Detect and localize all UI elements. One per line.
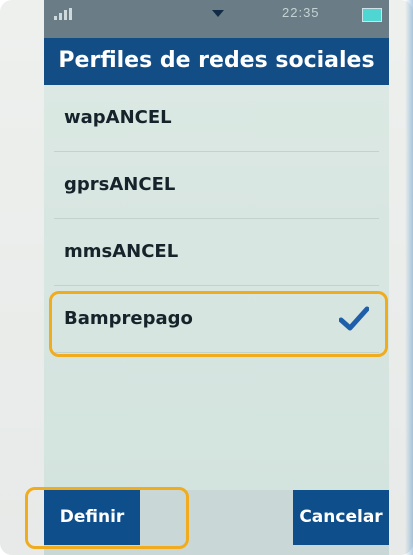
phone-screen: 22:35 Perfiles de redes sociales wapANCE… xyxy=(44,0,389,555)
profile-list: wapANCEL gprsANCEL mmsANCEL Bamprepago xyxy=(44,85,389,490)
list-item-label: gprsANCEL xyxy=(64,174,176,195)
signal-icon xyxy=(54,8,72,20)
checkmark-icon xyxy=(339,306,369,331)
list-item-mmsancel[interactable]: mmsANCEL xyxy=(54,219,379,286)
list-item-gprsancel[interactable]: gprsANCEL xyxy=(54,152,379,219)
list-item-label: wapANCEL xyxy=(64,107,172,128)
status-bar: 22:35 xyxy=(44,0,389,38)
cancel-button[interactable]: Cancelar xyxy=(293,490,389,545)
list-item-label: Bamprepago xyxy=(64,308,193,329)
softkey-bar: Definir Cancelar xyxy=(44,490,389,555)
list-item-label: mmsANCEL xyxy=(64,241,179,262)
dropdown-arrow-icon[interactable] xyxy=(212,10,224,17)
shadow-edge xyxy=(405,0,413,555)
status-time: 22:35 xyxy=(282,5,320,20)
page-title: Perfiles de redes sociales xyxy=(44,38,389,85)
list-item-wapancel[interactable]: wapANCEL xyxy=(54,85,379,152)
battery-icon xyxy=(362,8,382,22)
define-button[interactable]: Definir xyxy=(44,490,140,545)
list-item-bamprepago[interactable]: Bamprepago xyxy=(54,286,379,353)
